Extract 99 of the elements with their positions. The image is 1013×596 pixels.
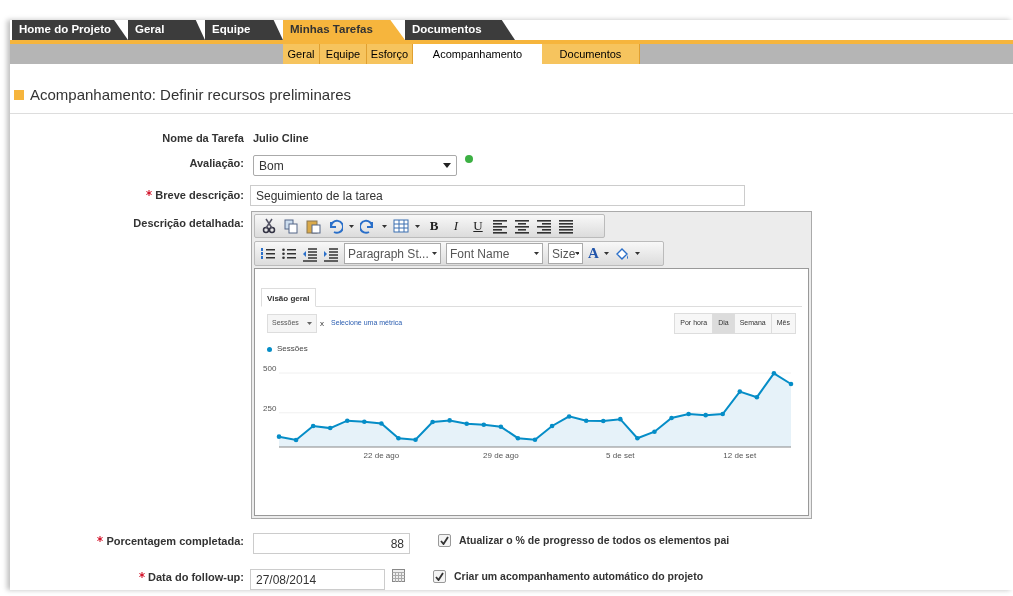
caret-icon[interactable] [634, 252, 640, 255]
sub-tab[interactable]: Documentos [542, 44, 640, 64]
data-point [464, 421, 470, 427]
sub-tab[interactable]: Esforço [367, 44, 413, 64]
data-point [754, 394, 760, 400]
data-point [447, 418, 452, 423]
y-tick-label: 500 [263, 364, 277, 373]
checkbox[interactable] [438, 534, 451, 548]
font-color-button[interactable]: A [588, 242, 599, 265]
bullet-list-icon[interactable] [281, 245, 297, 262]
data-point [703, 412, 708, 418]
caret-icon [307, 322, 312, 325]
data-point [720, 411, 726, 417]
align-left-icon[interactable] [492, 218, 508, 234]
data-point [618, 416, 623, 422]
data-point [362, 419, 367, 424]
rating-select[interactable]: Bom [253, 155, 457, 176]
legend-label: Sessões [277, 343, 308, 355]
tab[interactable]: Geral [128, 20, 205, 40]
data-point [583, 418, 589, 424]
calendar-icon[interactable] [392, 569, 405, 582]
sub-tab[interactable]: Acompanhamento [413, 44, 542, 64]
data-point [430, 419, 435, 425]
format-dropdown[interactable]: Size [548, 243, 583, 264]
data-point [515, 435, 521, 441]
data-point [396, 435, 401, 441]
data-point [788, 381, 794, 387]
justify-icon[interactable] [558, 218, 574, 234]
field-label: Nome da Tarefa [162, 130, 244, 146]
number-field[interactable]: 88 [253, 533, 410, 554]
field-label: Data do follow-up: [148, 570, 244, 585]
caret-icon [575, 252, 579, 255]
tab[interactable]: Equipe [205, 20, 283, 40]
sub-tab[interactable]: Equipe [320, 44, 367, 64]
field-label: Breve descrição: [155, 188, 244, 203]
data-point [498, 424, 504, 430]
field-label: Porcentagem completada: [106, 534, 244, 549]
data-point [652, 429, 657, 434]
data-point [327, 425, 333, 431]
data-point [344, 418, 350, 424]
copy-icon[interactable] [283, 218, 299, 234]
date-field[interactable]: 27/08/2014 [250, 569, 385, 590]
page-title: Acompanhamento: Definir recursos preliminares [30, 85, 351, 105]
checkbox-label: Atualizar o % de progresso de todos os elementos pai [459, 533, 730, 548]
data-point [379, 421, 384, 426]
title-marker-icon [14, 90, 24, 101]
caret-icon[interactable] [349, 224, 354, 228]
data-point [276, 434, 282, 439]
scissors-icon[interactable] [261, 218, 277, 234]
italic-button[interactable]: I [448, 216, 464, 236]
sub-tab[interactable]: Geral [283, 44, 320, 64]
align-right-icon[interactable] [536, 218, 552, 234]
text-field[interactable]: Seguimiento de la tarea [250, 185, 745, 206]
checkbox-label: Criar um acompanhamento automático do projeto [454, 569, 704, 584]
dropdown-arrow-icon [443, 163, 451, 168]
x-tick-label: 5 de set [606, 451, 635, 460]
format-dropdown[interactable]: Paragraph St... [344, 243, 441, 264]
y-tick-label: 250 [263, 403, 277, 413]
tab[interactable]: Home do Projeto [12, 20, 128, 40]
bold-button[interactable]: B [426, 216, 442, 236]
data-point [293, 437, 299, 443]
x-tick-label: 22 de ago [363, 451, 400, 460]
remove-button[interactable]: x [320, 317, 324, 330]
data-point [532, 437, 538, 442]
data-point [686, 411, 691, 417]
field-value: Julio Cline [253, 130, 309, 146]
caret-icon [432, 252, 437, 255]
outdent-icon[interactable] [302, 245, 318, 262]
indent-icon[interactable] [323, 245, 339, 262]
numbered-list-icon[interactable] [260, 245, 276, 262]
caret-icon[interactable] [382, 224, 387, 228]
data-point [481, 422, 487, 427]
format-dropdown[interactable]: Font Name [446, 243, 543, 264]
caret-icon [534, 252, 539, 255]
data-point [600, 418, 606, 424]
data-point [549, 423, 555, 429]
data-point [310, 423, 316, 429]
data-point [771, 371, 777, 376]
undo-icon[interactable] [327, 218, 343, 234]
caret-icon[interactable] [603, 252, 609, 255]
data-point [737, 389, 743, 394]
table-icon[interactable] [393, 218, 409, 234]
checkbox[interactable] [433, 570, 446, 584]
underline-button[interactable]: U [470, 216, 486, 236]
x-tick-label: 12 de set [723, 451, 757, 460]
field-label: Descrição detalhada: [133, 216, 244, 231]
tab[interactable]: Documentos [405, 20, 515, 40]
data-point [413, 437, 418, 442]
tab[interactable]: Minhas Tarefas [283, 20, 405, 40]
tab[interactable]: Visão geral [261, 288, 316, 307]
align-center-icon[interactable] [514, 218, 530, 234]
data-point [566, 414, 572, 419]
data-point [635, 435, 640, 441]
field-label: Avaliação: [189, 156, 244, 171]
caret-icon[interactable] [415, 224, 420, 228]
redo-icon[interactable] [360, 218, 376, 234]
x-tick-label: 29 de ago [483, 451, 519, 460]
paste-icon[interactable] [305, 218, 321, 234]
data-point [669, 415, 674, 421]
